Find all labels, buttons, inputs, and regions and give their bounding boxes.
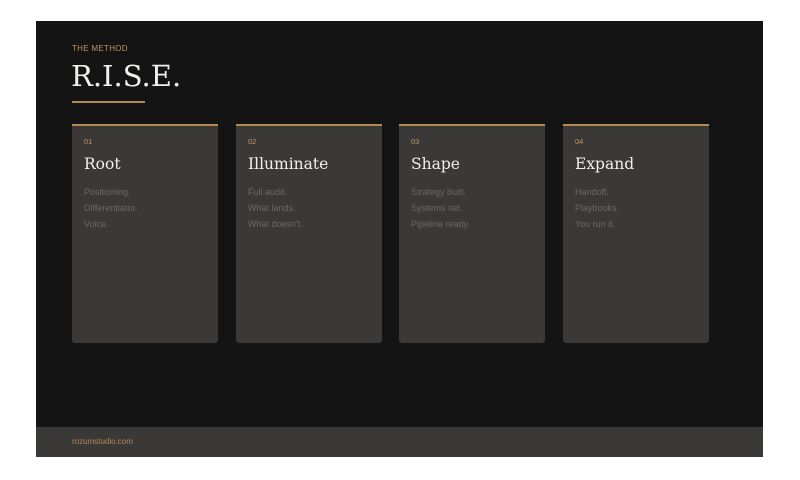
- card-lines: Positioning. Differentiator. Voice.: [84, 184, 137, 232]
- card-expand: 04 Expand Handoff. Playbooks. You run it…: [563, 124, 709, 343]
- footer-url: rozumstudio.com: [72, 437, 133, 446]
- card-line: Systems set.: [411, 203, 463, 213]
- card-title: Expand: [575, 155, 635, 173]
- card-root: 01 Root Positioning. Differentiator. Voi…: [72, 124, 218, 343]
- card-line: Differentiator.: [84, 203, 138, 213]
- card-line: What lands.: [248, 203, 296, 213]
- card-number: 02: [248, 137, 257, 146]
- card-title: Root: [84, 155, 121, 173]
- card-line: Voice.: [84, 219, 109, 229]
- card-illuminate: 02 Illuminate Full audit. What lands. Wh…: [236, 124, 382, 343]
- card-lines: Full audit. What lands. What doesn't.: [248, 184, 303, 232]
- slide-title: R.I.S.E.: [71, 59, 182, 93]
- card-line: You run it.: [575, 219, 616, 229]
- slide-footer: rozumstudio.com: [36, 427, 763, 457]
- eyebrow-label: THE METHOD: [72, 44, 128, 53]
- card-line: Strategy built.: [411, 187, 467, 197]
- card-line: Pipeline ready.: [411, 219, 470, 229]
- card-line: Handoff.: [575, 187, 609, 197]
- card-lines: Strategy built. Systems set. Pipeline re…: [411, 184, 470, 232]
- card-shape: 03 Shape Strategy built. Systems set. Pi…: [399, 124, 545, 343]
- card-number: 03: [411, 137, 420, 146]
- card-number: 01: [84, 137, 93, 146]
- card-title: Illuminate: [248, 155, 329, 173]
- card-line: Full audit.: [248, 187, 288, 197]
- card-lines: Handoff. Playbooks. You run it.: [575, 184, 619, 232]
- card-number: 04: [575, 137, 584, 146]
- card-line: Playbooks.: [575, 203, 620, 213]
- title-underline: [72, 101, 145, 103]
- slide: THE METHOD R.I.S.E. 01 Root Positioning.…: [36, 21, 763, 457]
- method-cards: 01 Root Positioning. Differentiator. Voi…: [72, 124, 710, 343]
- card-title: Shape: [411, 155, 460, 173]
- card-line: What doesn't.: [248, 219, 303, 229]
- card-line: Positioning.: [84, 187, 131, 197]
